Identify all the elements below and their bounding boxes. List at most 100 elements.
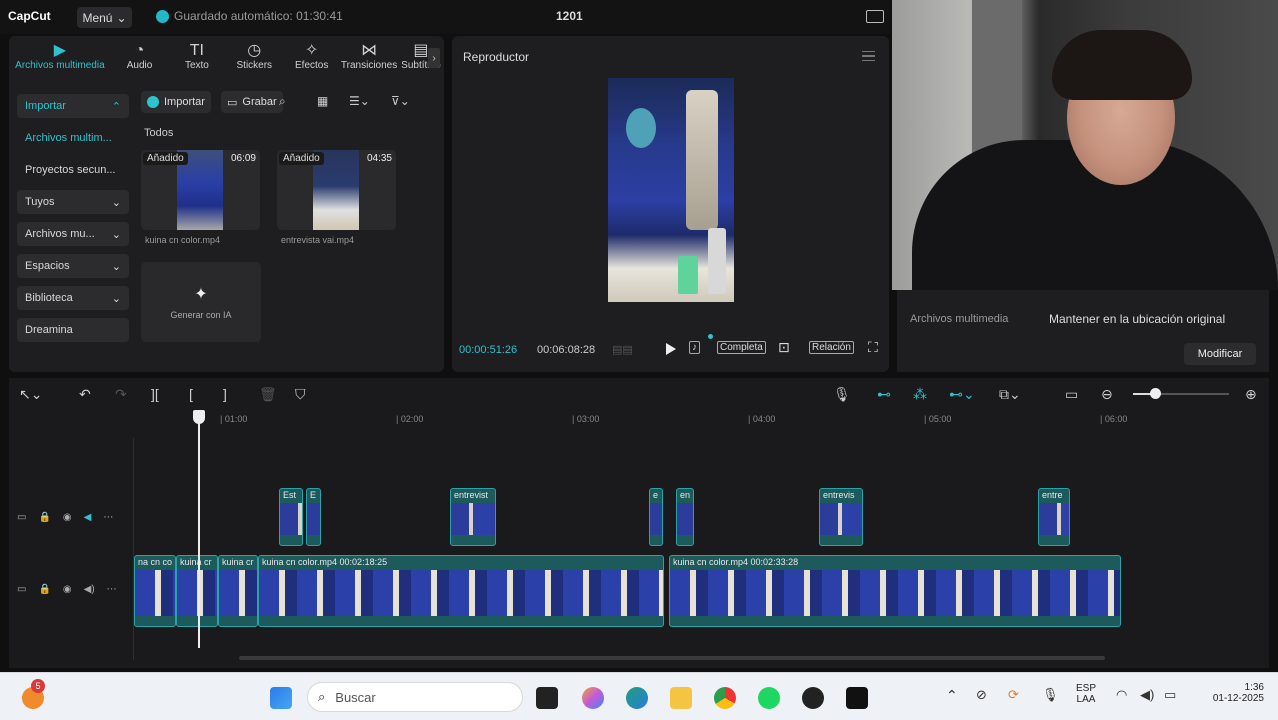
zoom-in-icon[interactable]: ⊕: [1245, 386, 1257, 402]
chevron-up-icon[interactable]: ⌃: [946, 687, 958, 704]
sidebar-item-dreamina[interactable]: Dreamina: [17, 318, 129, 342]
split-icon[interactable]: ][: [151, 386, 159, 402]
delete-icon[interactable]: 🗑: [259, 386, 277, 402]
tabs-next-button[interactable]: ›: [428, 48, 440, 68]
preview-axis-icon[interactable]: ⧉⌄: [999, 386, 1021, 402]
sort-icon[interactable]: ☰⌄: [349, 94, 370, 108]
copilot-icon[interactable]: [582, 687, 604, 709]
more-icon[interactable]: ⋯: [107, 584, 117, 595]
sync-icon[interactable]: ⟳: [1008, 687, 1019, 703]
magnet-icon[interactable]: ⁂: [913, 386, 927, 402]
hamburger-menu-icon[interactable]: [862, 51, 875, 61]
overlay-clip[interactable]: entrevis: [819, 488, 863, 546]
tab-text[interactable]: TI Texto: [168, 36, 225, 78]
screenshot-icon[interactable]: ⊡: [778, 339, 790, 356]
timeline[interactable]: | 01:00 | 02:00 | 03:00 | 04:00 | 05:00 …: [9, 410, 1269, 668]
horizontal-scrollbar[interactable]: [239, 656, 1105, 660]
sidebar-item-import[interactable]: Importar ⌃: [17, 94, 129, 118]
caption-icon[interactable]: ▭: [1065, 386, 1078, 402]
task-view-icon[interactable]: [536, 687, 558, 709]
tab-audio[interactable]: ◔ Audio: [111, 36, 168, 78]
filter-icon[interactable]: ⊽⌄: [391, 94, 410, 108]
track-thumbnail-icon[interactable]: ▭: [17, 512, 26, 523]
snap-icon[interactable]: ⊷⌄: [949, 386, 975, 402]
zoom-out-icon[interactable]: ⊖: [1101, 386, 1113, 402]
overlay-clip[interactable]: Est: [279, 488, 303, 546]
main-clip[interactable]: kuina cn color.mp4 00:02:33:28: [669, 555, 1121, 627]
split-left-icon[interactable]: [: [189, 386, 193, 402]
select-tool-icon[interactable]: ↖⌄: [19, 386, 42, 402]
file-explorer-icon[interactable]: [670, 687, 692, 709]
main-clip[interactable]: na cn co: [134, 555, 176, 627]
capcut-taskbar-icon[interactable]: [846, 687, 868, 709]
hidden-app-icon[interactable]: ⊘: [976, 687, 987, 703]
main-clip[interactable]: kuina cr: [176, 555, 218, 627]
sidebar-item-media-files-2[interactable]: Archivos mu... ⌄: [17, 222, 129, 246]
playhead[interactable]: [198, 410, 200, 648]
app-icon[interactable]: [802, 687, 824, 709]
spotify-icon[interactable]: [758, 687, 780, 709]
project-title[interactable]: 1201: [556, 9, 583, 23]
main-clip[interactable]: kuina cn color.mp4 00:02:18:25: [258, 555, 664, 627]
sidebar-item-spaces[interactable]: Espacios ⌄: [17, 254, 129, 278]
eye-icon[interactable]: ◉: [63, 584, 72, 595]
grid-view-icon[interactable]: ▦: [317, 94, 328, 108]
search-input[interactable]: ⌕ Buscar: [307, 682, 523, 712]
language-indicator[interactable]: ESP LAA: [1074, 683, 1098, 705]
wifi-icon[interactable]: ◠: [1116, 687, 1127, 703]
search-icon[interactable]: ⌕: [279, 94, 286, 109]
crop-icon[interactable]: ♪: [689, 341, 700, 354]
tab-media[interactable]: ▶ Archivos multimedia: [9, 36, 111, 78]
media-item-1[interactable]: Añadido 06:09: [141, 150, 260, 230]
modify-button[interactable]: Modificar: [1184, 343, 1256, 365]
tab-effects[interactable]: ✧ Efectos: [283, 36, 340, 78]
layout-icon[interactable]: [866, 10, 884, 23]
overlay-clip[interactable]: en: [676, 488, 694, 546]
sidebar-item-library[interactable]: Biblioteca ⌄: [17, 286, 129, 310]
ratio-button[interactable]: Relación: [809, 341, 854, 354]
setting-value[interactable]: Mantener en la ubicación original: [1049, 312, 1225, 326]
redo-icon[interactable]: ↷: [115, 386, 127, 402]
fullscreen-icon[interactable]: ⛶: [868, 339, 878, 356]
waveform-icon[interactable]: ▤▤: [612, 343, 633, 356]
full-button[interactable]: Completa: [717, 341, 766, 354]
main-clip[interactable]: kuina cr: [218, 555, 258, 627]
more-icon[interactable]: ⋯: [103, 512, 113, 523]
sidebar-item-yours[interactable]: Tuyos ⌄: [17, 190, 129, 214]
audio-icon[interactable]: ◀): [84, 584, 95, 595]
menu-button[interactable]: Menú ⌄: [77, 7, 132, 28]
time-ruler[interactable]: | 01:00 | 02:00 | 03:00 | 04:00 | 05:00 …: [134, 410, 1269, 430]
battery-icon[interactable]: ▭: [1164, 687, 1176, 703]
play-icon[interactable]: [666, 343, 676, 355]
edge-icon[interactable]: [626, 687, 648, 709]
windows-start-icon[interactable]: [270, 687, 292, 709]
undo-icon[interactable]: ↶: [79, 386, 91, 402]
generate-ai-button[interactable]: ✦ Generar con IA: [141, 262, 261, 342]
zoom-slider-knob[interactable]: [1150, 388, 1161, 399]
overlay-clip[interactable]: E: [306, 488, 321, 546]
overlay-clip[interactable]: entrevist: [450, 488, 496, 546]
overlay-clip[interactable]: e: [649, 488, 663, 546]
sidebar-item-secondary-projects[interactable]: Proyectos secun...: [17, 158, 129, 182]
record-button[interactable]: ▭ Grabar: [221, 91, 283, 113]
split-right-icon[interactable]: ]: [223, 386, 227, 402]
import-button[interactable]: Importar: [141, 91, 211, 113]
sidebar-item-media-files[interactable]: Archivos multim...: [17, 126, 129, 150]
microphone-icon[interactable]: 🎙: [833, 386, 851, 402]
video-frame[interactable]: [608, 78, 734, 302]
media-item-2[interactable]: Añadido 04:35: [277, 150, 396, 230]
tab-transitions[interactable]: ⋈ Transiciones: [340, 36, 397, 78]
volume-icon[interactable]: ◀): [1140, 687, 1154, 703]
lock-icon[interactable]: 🔒: [38, 584, 50, 595]
eye-icon[interactable]: ◉: [63, 512, 72, 523]
track-thumbnail-icon[interactable]: ▭: [17, 584, 26, 595]
audio-muted-icon[interactable]: ◀: [84, 512, 92, 523]
chrome-icon[interactable]: [714, 687, 736, 709]
tab-stickers[interactable]: ◷ Stickers: [226, 36, 283, 78]
microphone-icon[interactable]: 🎙: [1042, 687, 1059, 703]
clock[interactable]: 1:36 01-12-2025: [1194, 682, 1264, 704]
overlay-clip[interactable]: entre: [1038, 488, 1070, 546]
lock-icon[interactable]: 🔒: [38, 512, 50, 523]
link-icon[interactable]: ⊷: [877, 386, 891, 402]
marker-icon[interactable]: ⛉: [295, 386, 306, 402]
